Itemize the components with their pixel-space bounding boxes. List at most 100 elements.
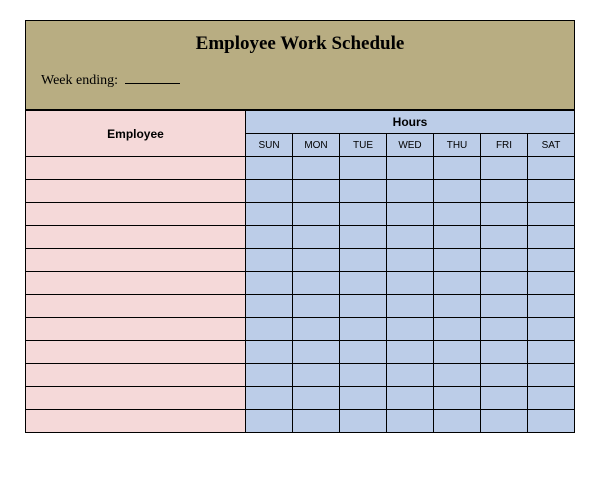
hours-cell[interactable] (528, 203, 575, 226)
hours-cell[interactable] (481, 364, 528, 387)
hours-cell[interactable] (293, 387, 340, 410)
hours-cell[interactable] (246, 203, 293, 226)
hours-cell[interactable] (481, 203, 528, 226)
hours-cell[interactable] (434, 203, 481, 226)
hours-cell[interactable] (246, 226, 293, 249)
hours-cell[interactable] (528, 157, 575, 180)
employee-cell[interactable] (26, 364, 246, 387)
table-row (26, 226, 575, 249)
hours-cell[interactable] (340, 295, 387, 318)
employee-cell[interactable] (26, 157, 246, 180)
hours-cell[interactable] (481, 387, 528, 410)
hours-cell[interactable] (340, 341, 387, 364)
hours-cell[interactable] (434, 410, 481, 433)
hours-cell[interactable] (246, 295, 293, 318)
employee-cell[interactable] (26, 318, 246, 341)
hours-cell[interactable] (246, 410, 293, 433)
hours-cell[interactable] (246, 249, 293, 272)
week-ending-input-line[interactable] (125, 83, 180, 84)
hours-cell[interactable] (434, 272, 481, 295)
hours-cell[interactable] (293, 157, 340, 180)
hours-cell[interactable] (340, 318, 387, 341)
hours-cell[interactable] (387, 249, 434, 272)
hours-cell[interactable] (481, 249, 528, 272)
hours-cell[interactable] (340, 226, 387, 249)
hours-cell[interactable] (340, 387, 387, 410)
hours-cell[interactable] (481, 272, 528, 295)
hours-cell[interactable] (293, 272, 340, 295)
hours-cell[interactable] (246, 387, 293, 410)
hours-cell[interactable] (246, 341, 293, 364)
hours-cell[interactable] (340, 203, 387, 226)
hours-cell[interactable] (528, 295, 575, 318)
hours-cell[interactable] (434, 387, 481, 410)
employee-cell[interactable] (26, 410, 246, 433)
employee-cell[interactable] (26, 341, 246, 364)
hours-cell[interactable] (434, 341, 481, 364)
hours-cell[interactable] (293, 249, 340, 272)
hours-cell[interactable] (528, 387, 575, 410)
hours-cell[interactable] (387, 272, 434, 295)
employee-cell[interactable] (26, 272, 246, 295)
employee-cell[interactable] (26, 203, 246, 226)
hours-cell[interactable] (434, 318, 481, 341)
hours-cell[interactable] (293, 180, 340, 203)
employee-cell[interactable] (26, 387, 246, 410)
hours-cell[interactable] (293, 341, 340, 364)
hours-cell[interactable] (481, 180, 528, 203)
hours-cell[interactable] (387, 318, 434, 341)
hours-cell[interactable] (481, 318, 528, 341)
hours-cell[interactable] (528, 180, 575, 203)
hours-cell[interactable] (293, 410, 340, 433)
hours-cell[interactable] (481, 341, 528, 364)
hours-cell[interactable] (387, 410, 434, 433)
hours-cell[interactable] (528, 226, 575, 249)
hours-cell[interactable] (481, 410, 528, 433)
hours-cell[interactable] (340, 272, 387, 295)
employee-cell[interactable] (26, 249, 246, 272)
employee-cell[interactable] (26, 180, 246, 203)
hours-cell[interactable] (246, 272, 293, 295)
hours-cell[interactable] (387, 157, 434, 180)
hours-cell[interactable] (387, 295, 434, 318)
hours-cell[interactable] (434, 295, 481, 318)
hours-cell[interactable] (434, 364, 481, 387)
hours-cell[interactable] (387, 387, 434, 410)
hours-cell[interactable] (246, 157, 293, 180)
hours-cell[interactable] (340, 157, 387, 180)
hours-cell[interactable] (528, 318, 575, 341)
hours-cell[interactable] (293, 226, 340, 249)
hours-cell[interactable] (528, 364, 575, 387)
employee-cell[interactable] (26, 226, 246, 249)
hours-cell[interactable] (434, 180, 481, 203)
hours-cell[interactable] (481, 295, 528, 318)
hours-cell[interactable] (481, 157, 528, 180)
hours-cell[interactable] (293, 364, 340, 387)
hours-cell[interactable] (387, 364, 434, 387)
hours-cell[interactable] (528, 272, 575, 295)
table-row (26, 295, 575, 318)
hours-cell[interactable] (340, 364, 387, 387)
hours-cell[interactable] (340, 410, 387, 433)
hours-cell[interactable] (387, 226, 434, 249)
hours-cell[interactable] (528, 341, 575, 364)
hours-cell[interactable] (434, 226, 481, 249)
hours-cell[interactable] (246, 318, 293, 341)
hours-cell[interactable] (528, 249, 575, 272)
hours-cell[interactable] (387, 341, 434, 364)
hours-cell[interactable] (293, 295, 340, 318)
hours-cell[interactable] (246, 180, 293, 203)
employee-cell[interactable] (26, 295, 246, 318)
day-header-fri: FRI (481, 134, 528, 157)
hours-cell[interactable] (293, 203, 340, 226)
hours-cell[interactable] (387, 180, 434, 203)
hours-cell[interactable] (340, 180, 387, 203)
hours-cell[interactable] (434, 157, 481, 180)
hours-cell[interactable] (387, 203, 434, 226)
hours-cell[interactable] (481, 226, 528, 249)
hours-cell[interactable] (434, 249, 481, 272)
hours-cell[interactable] (246, 364, 293, 387)
hours-cell[interactable] (340, 249, 387, 272)
hours-cell[interactable] (293, 318, 340, 341)
hours-cell[interactable] (528, 410, 575, 433)
